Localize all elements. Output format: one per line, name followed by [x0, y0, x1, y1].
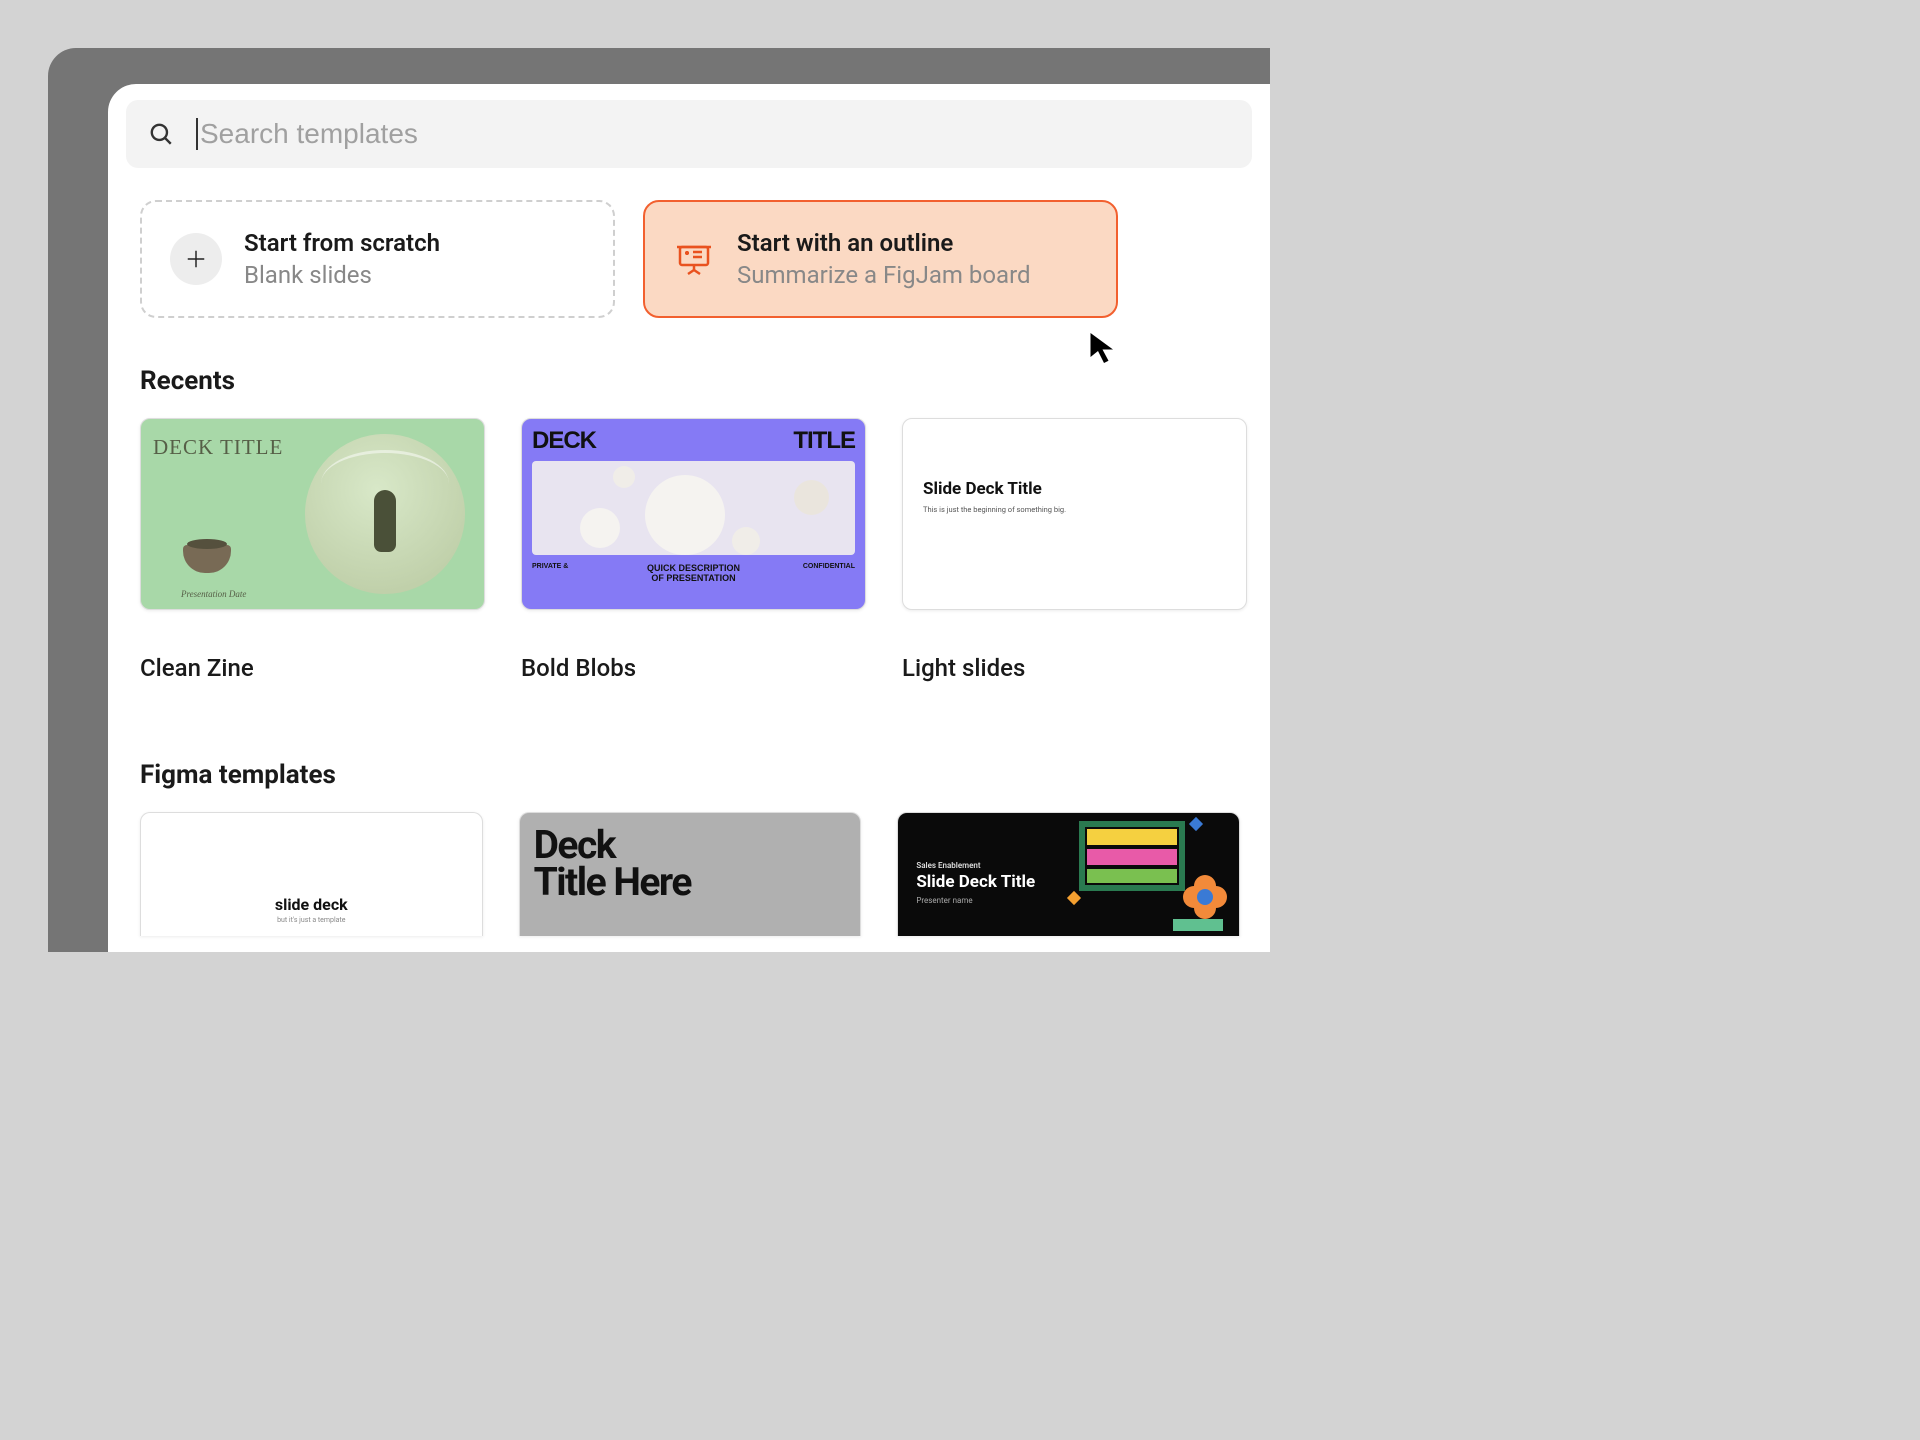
start-with-outline-card[interactable]: Start with an outline Summarize a FigJam… — [643, 200, 1118, 318]
ft-plain-subtitle: but it's just a template — [141, 916, 482, 924]
recents-row: DECK TITLE Presentation Date Clean Zine … — [140, 418, 1240, 682]
ft-dark-graphic — [1069, 821, 1229, 933]
template-thumbnail: Slide Deck Title This is just the beginn… — [902, 418, 1247, 610]
outline-subtitle: Summarize a FigJam board — [737, 261, 1031, 289]
search-bar[interactable] — [126, 100, 1252, 168]
scratch-subtitle: Blank slides — [244, 261, 440, 289]
template-title: Bold Blobs — [521, 654, 866, 682]
template-bold-blobs[interactable]: DECK TITLE PRIVATE & QUICK DESCRIPTION O… — [521, 418, 866, 682]
search-icon — [148, 121, 174, 147]
blobs-footer-mid-1: QUICK DESCRIPTION — [647, 563, 740, 573]
start-from-scratch-card[interactable]: Start from scratch Blank slides — [140, 200, 615, 318]
blobs-footer-right: CONFIDENTIAL — [795, 563, 855, 570]
light-subtitle: This is just the beginning of something … — [923, 505, 1226, 514]
plus-icon — [170, 233, 222, 285]
light-title: Slide Deck Title — [923, 479, 1226, 499]
template-picker-modal: Start from scratch Blank slides — [108, 84, 1270, 952]
zine-deck-title: DECK TITLE — [153, 435, 285, 460]
template-thumbnail: DECK TITLE Presentation Date — [140, 418, 485, 610]
text-caret — [196, 118, 198, 150]
blobs-deck-word: DECK — [532, 427, 596, 455]
outline-title: Start with an outline — [737, 229, 1031, 257]
template-clean-zine[interactable]: DECK TITLE Presentation Date Clean Zine — [140, 418, 485, 682]
figma-template-dark[interactable]: Sales Enablement Slide Deck Title Presen… — [897, 812, 1240, 936]
zine-circle-graphic — [305, 434, 465, 594]
template-title: Clean Zine — [140, 654, 485, 682]
figma-templates-heading: Figma templates — [140, 760, 1240, 790]
action-row: Start from scratch Blank slides — [140, 200, 1240, 318]
ft-gray-line2: Title Here — [534, 864, 847, 901]
blobs-image-graphic — [532, 461, 855, 555]
recents-heading: Recents — [140, 366, 1240, 396]
blobs-footer-mid-2: OF PRESENTATION — [647, 573, 740, 583]
figma-template-gray[interactable]: Deck Title Here — [519, 812, 862, 936]
zine-bowl-graphic — [183, 545, 231, 573]
template-light-slides[interactable]: Slide Deck Title This is just the beginn… — [902, 418, 1247, 682]
figma-templates-row: slide deck but it's just a template Deck… — [140, 812, 1240, 936]
scratch-title: Start from scratch — [244, 229, 440, 257]
figma-template-plain[interactable]: slide deck but it's just a template — [140, 812, 483, 936]
blobs-title-word: TITLE — [793, 427, 855, 455]
blobs-footer-left: PRIVATE & — [532, 563, 592, 570]
ft-plain-title: slide deck — [141, 895, 482, 914]
presentation-board-icon — [673, 238, 715, 280]
template-title: Light slides — [902, 654, 1247, 682]
search-input[interactable] — [200, 118, 1230, 150]
zine-date: Presentation Date — [181, 589, 246, 599]
template-thumbnail: DECK TITLE PRIVATE & QUICK DESCRIPTION O… — [521, 418, 866, 610]
